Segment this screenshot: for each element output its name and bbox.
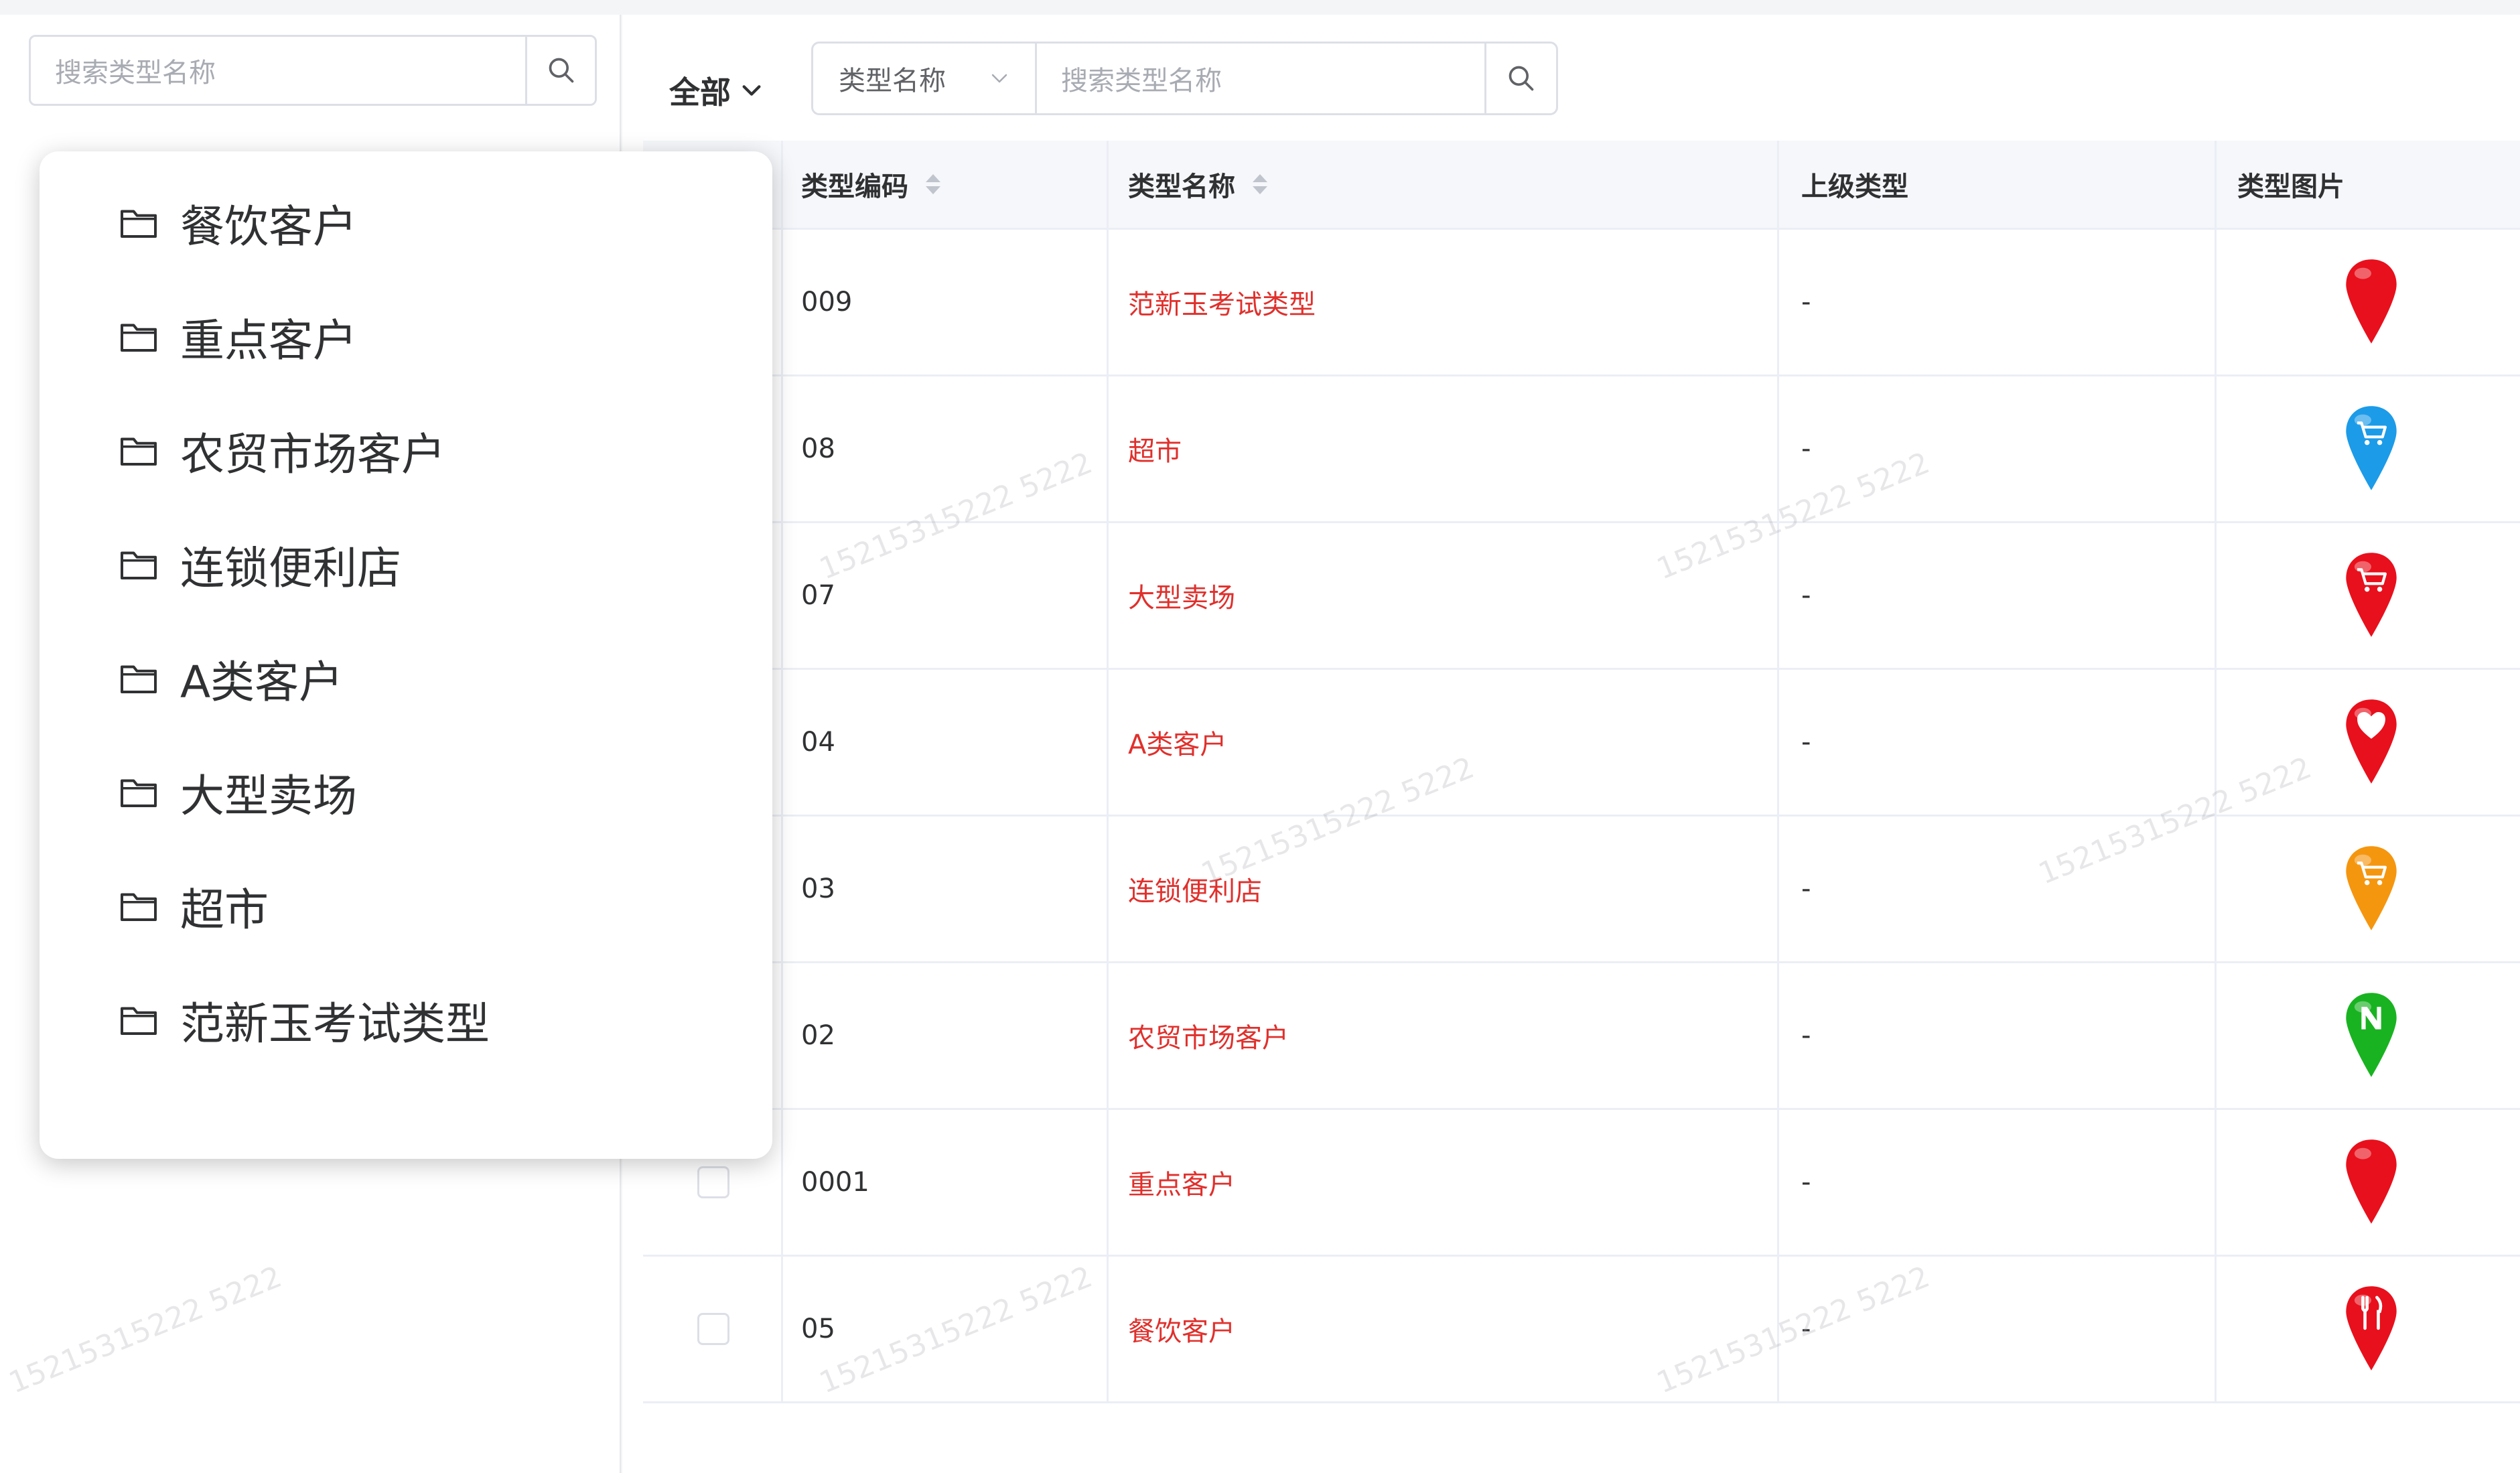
column-divider (781, 141, 783, 1401)
green-n-pin-icon (2346, 993, 2397, 1077)
cell-name-link[interactable]: 重点客户 (1128, 1110, 1235, 1255)
column-divider (1107, 141, 1109, 1401)
column-header-code[interactable]: 类型编码 (801, 141, 940, 228)
cell-parent: - (1801, 1167, 1811, 1198)
red-heart-pin-icon (2346, 699, 2397, 784)
cell-code: 08 (801, 433, 835, 464)
folder-icon (121, 779, 157, 807)
dropdown-item[interactable]: A类客户 (119, 642, 343, 715)
dropdown-item-label: 重点客户 (180, 315, 357, 366)
cell-code: 009 (801, 287, 853, 318)
tree-search-box[interactable]: 搜索类型名称 (29, 35, 597, 106)
search-button[interactable] (1486, 44, 1556, 113)
column-header-image: 类型图片 (2237, 171, 2344, 202)
search-field-select[interactable]: 类型名称 (813, 44, 1037, 113)
table-row[interactable]: 05 餐饮客户 - (643, 1257, 2520, 1403)
table-row[interactable]: 009 范新玉考试类型 - (643, 230, 2520, 376)
dropdown-item[interactable]: 超市 (119, 869, 269, 943)
column-header-name[interactable]: 类型名称 (1128, 141, 1267, 228)
cell-name-link[interactable]: 连锁便利店 (1128, 817, 1262, 961)
sort-icon[interactable] (1253, 174, 1267, 194)
red-pin-icon (2346, 259, 2397, 344)
dropdown-item[interactable]: 农贸市场客户 (119, 414, 445, 488)
column-divider (2215, 141, 2217, 1401)
cell-parent: - (1801, 727, 1811, 758)
folder-icon (121, 893, 157, 921)
orange-cart-pin-icon (2346, 846, 2397, 930)
search-icon (549, 58, 573, 83)
cell-code: 05 (801, 1314, 835, 1344)
dropdown-item[interactable]: 范新玉考试类型 (119, 983, 490, 1057)
cell-name-link[interactable]: 范新玉考试类型 (1128, 230, 1316, 374)
red-fork-pin-icon (2346, 1286, 2397, 1371)
table-row[interactable]: 08 超市 - (643, 376, 2520, 523)
cell-parent: - (1801, 1020, 1811, 1051)
scope-filter-label: 全部 (669, 74, 731, 111)
column-header-parent: 上级类型 (1801, 171, 1908, 202)
chevron-down-icon (991, 74, 1007, 83)
table-row[interactable]: 0001 重点客户 - (643, 1110, 2520, 1257)
tree-search-input[interactable]: 搜索类型名称 (31, 51, 525, 90)
column-divider (1777, 141, 1779, 1401)
row-checkbox[interactable] (697, 1313, 729, 1345)
dropdown-item[interactable]: 连锁便利店 (119, 528, 401, 602)
dropdown-item[interactable]: 大型卖场 (119, 756, 357, 829)
app-window: 搜索类型名称 全部 类型名称 搜索类型名称 类型编码 类型名称 上级类型 类型图… (0, 0, 2520, 1473)
dropdown-item-label: 餐饮客户 (180, 201, 357, 253)
cell-parent: - (1801, 287, 1811, 318)
folder-icon (121, 551, 157, 579)
cell-code: 03 (801, 873, 835, 904)
row-checkbox[interactable] (697, 1166, 729, 1198)
red-cart-pin-icon (2346, 553, 2397, 637)
cell-code: 07 (801, 580, 835, 611)
folder-icon (121, 210, 157, 238)
scope-filter-dropdown[interactable]: 全部 (669, 54, 763, 127)
dropdown-item-label: 超市 (180, 884, 269, 936)
cell-code: 0001 (801, 1167, 869, 1198)
dropdown-item-label: 大型卖场 (180, 770, 357, 822)
cell-name-link[interactable]: 大型卖场 (1128, 523, 1235, 668)
main-content: 全部 类型名称 搜索类型名称 类型编码 类型名称 上级类型 类型图片 009 范… (622, 15, 2520, 1473)
table-row[interactable]: 04 A类客户 - (643, 670, 2520, 817)
cell-name-link[interactable]: 餐饮客户 (1128, 1257, 1235, 1401)
search-icon (1509, 66, 1534, 91)
table-row[interactable]: 07 大型卖场 - (643, 523, 2520, 670)
dropdown-item-label: 范新玉考试类型 (180, 998, 490, 1050)
search-field-label: 类型名称 (839, 66, 946, 96)
dropdown-item-label: A类客户 (180, 656, 344, 708)
cell-name-link[interactable]: 超市 (1128, 376, 1182, 521)
dropdown-item-label: 农贸市场客户 (180, 429, 445, 480)
dropdown-item[interactable]: 重点客户 (119, 300, 357, 374)
tree-search-button[interactable] (525, 37, 595, 104)
folder-icon (121, 1007, 157, 1035)
blue-cart-pin-icon (2346, 406, 2397, 490)
cell-code: 02 (801, 1020, 835, 1051)
cell-code: 04 (801, 727, 835, 758)
cell-parent: - (1801, 873, 1811, 904)
folder-icon (121, 324, 157, 352)
dropdown-item[interactable]: 餐饮客户 (119, 186, 357, 260)
cell-parent: - (1801, 433, 1811, 464)
folder-icon (121, 665, 157, 693)
cell-parent: - (1801, 580, 1811, 611)
table-header: 类型编码 类型名称 上级类型 类型图片 (643, 141, 2520, 230)
table-row[interactable]: 03 连锁便利店 - (643, 817, 2520, 963)
cell-name-link[interactable]: 农贸市场客户 (1128, 963, 1289, 1108)
dropdown-item-label: 连锁便利店 (180, 543, 401, 594)
red-pin-icon (2346, 1139, 2397, 1224)
table-row[interactable]: 02 农贸市场客户 - (643, 963, 2520, 1110)
cell-parent: - (1801, 1314, 1811, 1344)
search-filter-group: 类型名称 搜索类型名称 (811, 42, 1558, 115)
chevron-down-icon (742, 85, 761, 96)
sort-icon[interactable] (926, 174, 940, 194)
folder-icon (121, 437, 157, 466)
cell-name-link[interactable]: A类客户 (1128, 670, 1227, 815)
search-input[interactable]: 搜索类型名称 (1037, 44, 1486, 113)
category-dropdown: 餐饮客户重点客户农贸市场客户 连锁便利店 A类客户大型卖场超市范新玉考试类型 (40, 151, 772, 1159)
